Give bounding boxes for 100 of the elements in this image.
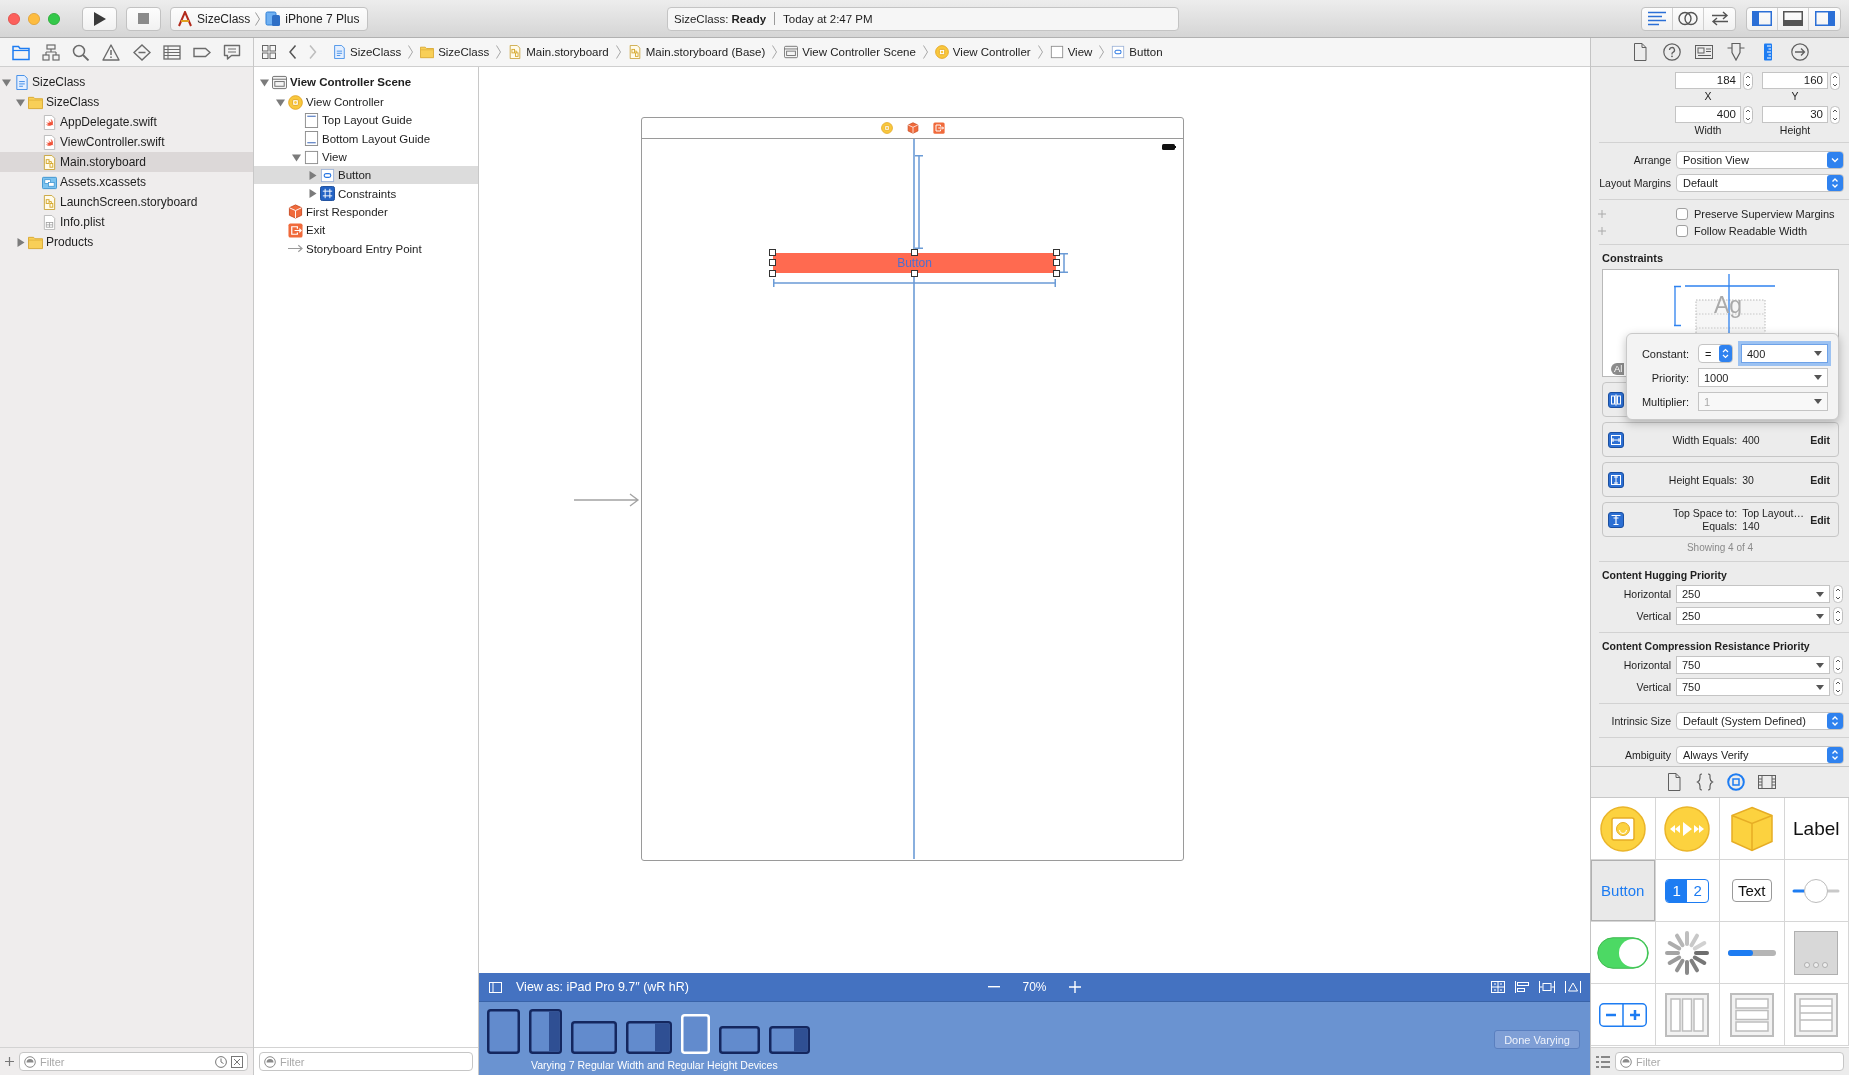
filter-field[interactable]: Filter — [19, 1052, 248, 1071]
stepper-icon[interactable] — [1833, 585, 1843, 603]
number-field[interactable]: 184 — [1675, 72, 1741, 89]
file-tree-item[interactable]: SizeClass — [0, 92, 253, 112]
list-icon[interactable] — [1596, 1055, 1610, 1068]
document-icon[interactable] — [1631, 43, 1649, 61]
outline-row[interactable]: Storyboard Entry Point — [254, 239, 478, 258]
checkbox[interactable] — [1676, 224, 1688, 237]
filter-field[interactable]: Filter — [1615, 1052, 1844, 1071]
disclosure-triangle-icon[interactable] — [292, 152, 301, 162]
outline-row[interactable]: Bottom Layout Guide — [254, 129, 478, 148]
sidebar-icon[interactable] — [489, 981, 502, 993]
combo-box[interactable]: 250 — [1676, 607, 1830, 625]
edit-button[interactable]: Edit — [1810, 513, 1830, 526]
tablet-icon[interactable] — [719, 1026, 760, 1054]
speech-bubble-icon[interactable] — [222, 43, 241, 61]
breadcrumb[interactable]: SizeClass — [332, 45, 402, 59]
list-icon[interactable] — [162, 43, 181, 61]
library-item[interactable]: Text — [1720, 860, 1785, 922]
filter-field[interactable]: Filter — [259, 1052, 473, 1071]
breadcrumb[interactable]: SizeClass — [420, 45, 490, 59]
window-close-icon[interactable] — [8, 12, 20, 25]
scheme-popup[interactable]: SizeClass — [175, 10, 253, 27]
pin-brackets-icon[interactable] — [1539, 981, 1555, 993]
disclosure-triangle-icon[interactable] — [276, 97, 285, 107]
outline-row[interactable]: First Responder — [254, 202, 478, 222]
clock-icon[interactable] — [215, 1055, 227, 1068]
diamond-icon[interactable] — [132, 43, 151, 61]
tablet-icon[interactable] — [626, 1021, 672, 1054]
filter-badge[interactable]: Al — [1611, 363, 1625, 375]
align-bars-icon[interactable] — [1515, 981, 1529, 993]
outline-row[interactable]: View — [254, 147, 478, 167]
library-item[interactable]: Label — [1784, 798, 1849, 860]
library-item[interactable] — [1655, 922, 1720, 984]
tablet-icon[interactable] — [487, 1009, 520, 1054]
grid-boxes-icon[interactable] — [1491, 981, 1505, 993]
braces-icon[interactable] — [1695, 773, 1714, 791]
outline-row[interactable]: View Controller — [254, 93, 478, 112]
help-icon[interactable] — [1663, 43, 1681, 61]
disclosure-triangle-icon[interactable] — [16, 237, 25, 247]
arrow-circle-icon[interactable] — [1791, 43, 1809, 61]
disclosure-triangle-icon[interactable] — [260, 77, 269, 87]
combo-box[interactable]: 400 — [1741, 344, 1828, 363]
combo-box[interactable]: 750 — [1676, 656, 1830, 674]
file-tree-item[interactable]: AppDelegate.swift — [0, 112, 253, 132]
outline-row[interactable]: Constraints — [254, 184, 478, 203]
folder-icon[interactable] — [12, 43, 31, 61]
breadcrumb[interactable]: View — [1049, 45, 1093, 59]
outline-row[interactable]: View Controller Scene — [254, 71, 478, 93]
disclosure-triangle-icon[interactable] — [16, 97, 25, 107]
x-box-icon[interactable] — [231, 1055, 243, 1068]
popup-button[interactable]: Always Verify — [1676, 745, 1844, 764]
file-tree-item[interactable]: Info.plist — [0, 212, 253, 232]
disclosure-triangle-icon[interactable] — [308, 189, 317, 199]
popup-button[interactable]: Position View — [1676, 150, 1844, 169]
resize-handle[interactable] — [911, 270, 918, 277]
stepper-icon[interactable] — [1833, 678, 1843, 696]
outline-row[interactable]: Button — [254, 166, 478, 185]
stepper-icon[interactable] — [1830, 105, 1840, 124]
stepper-icon[interactable] — [1830, 71, 1840, 90]
file-tree-item[interactable]: SizeClass — [0, 72, 253, 92]
number-field[interactable]: 400 — [1675, 106, 1741, 123]
hierarchy-icon[interactable] — [42, 43, 61, 61]
edit-button[interactable]: Edit — [1810, 473, 1830, 486]
disclosure-triangle-icon[interactable] — [308, 170, 317, 180]
popup-button[interactable]: Default (System Defined) — [1676, 711, 1844, 730]
identity-card-icon[interactable] — [1695, 43, 1713, 61]
stepper-icon[interactable] — [1833, 607, 1843, 625]
file-tree-item[interactable]: Main.storyboard — [0, 152, 253, 172]
breadcrumb[interactable]: Button — [1111, 45, 1163, 59]
file-tree-item[interactable]: Assets.xcassets — [0, 172, 253, 192]
back-chevron-icon[interactable] — [289, 45, 297, 59]
checkbox[interactable] — [1676, 207, 1688, 220]
minus-icon[interactable] — [988, 986, 1001, 988]
stepper-icon[interactable] — [1743, 71, 1753, 90]
outline-row[interactable]: Top Layout Guide — [254, 111, 478, 130]
destination-popup[interactable]: iPhone 7 Plus — [263, 11, 362, 26]
tablet-icon[interactable] — [529, 1009, 562, 1054]
stop-button[interactable] — [126, 6, 161, 31]
stepper-icon[interactable] — [1743, 105, 1753, 124]
stepper-icon[interactable] — [1833, 656, 1843, 674]
combo-box[interactable]: 250 — [1676, 585, 1830, 603]
file-tree-item[interactable]: ViewController.swift — [0, 132, 253, 152]
library-item[interactable] — [1591, 984, 1656, 1046]
library-item[interactable] — [1720, 922, 1785, 984]
relation-popup[interactable]: = — [1698, 344, 1733, 363]
number-field[interactable]: 30 — [1762, 106, 1828, 123]
breadcrumb[interactable]: View Controller — [934, 45, 1031, 59]
file-tree-item[interactable]: LaunchScreen.storyboard — [0, 192, 253, 212]
warning-icon[interactable] — [102, 43, 121, 61]
disclosure-triangle-icon[interactable] — [2, 77, 11, 87]
file-tree-item[interactable]: Products — [0, 232, 253, 252]
combo-box[interactable]: 1000 — [1698, 368, 1828, 387]
outline-row[interactable]: Exit — [254, 221, 478, 240]
film-strip-icon[interactable] — [1757, 773, 1776, 791]
down-arrow-shape-icon[interactable] — [1727, 43, 1745, 61]
combo-box[interactable]: 750 — [1676, 678, 1830, 696]
breadcrumb[interactable]: Main.storyboard — [508, 45, 609, 59]
resize-handle[interactable] — [911, 249, 918, 256]
triangle-brackets-icon[interactable] — [1565, 981, 1581, 993]
